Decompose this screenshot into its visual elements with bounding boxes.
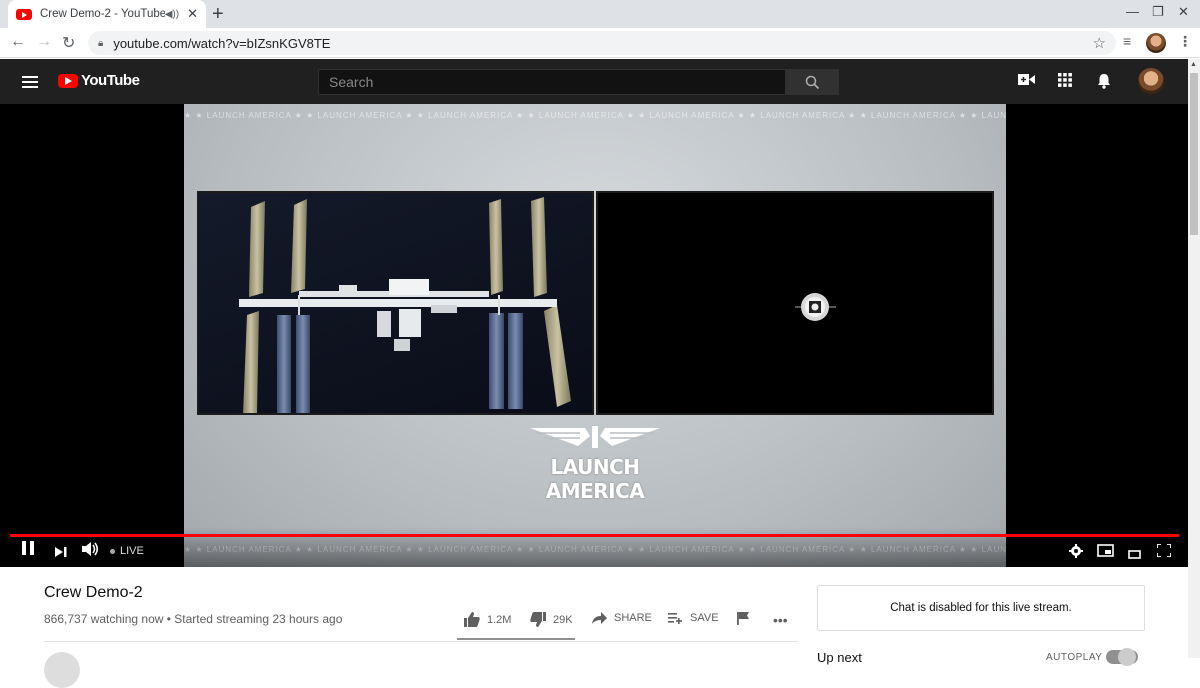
new-tab-button[interactable]: +	[212, 3, 224, 26]
share-arrow-icon	[592, 612, 607, 624]
launch-america-wings-icon	[530, 426, 660, 448]
address-bar[interactable]: 🔒︎ youtube.com/watch?v=bIZsnKGV8TE ☆	[88, 31, 1116, 55]
controls-gradient	[0, 527, 1188, 567]
fullscreen-icon[interactable]	[1156, 543, 1172, 560]
report-button[interactable]	[737, 612, 749, 625]
share-label: SHARE	[614, 612, 652, 624]
youtube-header: YouTube Search	[0, 59, 1188, 104]
minimize-icon[interactable]: —	[1126, 4, 1139, 19]
youtube-play-logo-icon	[58, 73, 78, 88]
pause-icon[interactable]	[22, 541, 34, 558]
dislike-button[interactable]: 29K	[530, 612, 573, 627]
media-control-icon[interactable]: ≡	[1123, 33, 1131, 49]
browser-toolbar: ← → ↻ 🔒︎ youtube.com/watch?v=bIZsnKGV8TE…	[0, 28, 1200, 58]
lock-icon[interactable]: 🔒︎	[98, 38, 103, 49]
progress-bar[interactable]	[10, 534, 1179, 537]
create-video-icon[interactable]	[1018, 73, 1035, 90]
add-to-playlist-icon	[668, 613, 682, 624]
video-frame: ★ ★ LAUNCH AMERICA ★ ★ LAUNCH AMERICA ★ …	[184, 104, 1006, 567]
thumbs-down-icon	[530, 612, 546, 627]
apps-grid-icon[interactable]	[1058, 73, 1072, 91]
share-button[interactable]: SHARE	[592, 612, 652, 624]
url-text: youtube.com/watch?v=bIZsnKGV8TE	[113, 35, 331, 51]
miniplayer-icon[interactable]	[1097, 544, 1114, 560]
settings-gear-icon[interactable]	[1069, 544, 1083, 561]
dislike-count: 29K	[553, 613, 573, 626]
bookmark-star-icon[interactable]: ☆	[1093, 34, 1106, 52]
menu-kebab-icon[interactable]: ⋮	[1178, 33, 1192, 50]
video-player[interactable]: ★ ★ LAUNCH AMERICA ★ ★ LAUNCH AMERICA ★ …	[0, 104, 1188, 567]
scroll-up-arrow-icon[interactable]: ▲	[1190, 61, 1197, 68]
forward-icon[interactable]: →	[36, 33, 52, 51]
scrollbar-thumb[interactable]	[1190, 73, 1198, 235]
tab-title: Crew Demo-2 - YouTube	[40, 8, 165, 20]
volume-icon[interactable]	[82, 542, 99, 559]
video-view-meta: 866,737 watching now • Started streaming…	[44, 612, 343, 626]
search-input[interactable]: Search	[318, 69, 786, 95]
more-actions-icon[interactable]: •••	[773, 612, 788, 628]
profile-avatar[interactable]	[1146, 33, 1166, 53]
user-avatar[interactable]	[1138, 68, 1164, 94]
launch-america-banner-top: ★ ★ LAUNCH AMERICA ★ ★ LAUNCH AMERICA ★ …	[184, 111, 1006, 120]
browser-tabstrip: Crew Demo-2 - YouTube ◀)) ✕ + — ❐ ✕	[0, 0, 1200, 28]
live-label: LIVE	[120, 545, 144, 557]
menu-hamburger-icon[interactable]	[22, 76, 38, 88]
video-title: Crew Demo-2	[44, 584, 143, 601]
youtube-wordmark: YouTube	[81, 72, 140, 89]
iss-video-pane	[197, 191, 594, 415]
iss-station-image	[239, 197, 571, 413]
like-button[interactable]: 1.2M	[464, 612, 511, 627]
theater-mode-icon[interactable]	[1128, 546, 1141, 562]
dragon-capsule-image	[795, 293, 836, 321]
next-icon[interactable]	[55, 544, 67, 560]
youtube-logo[interactable]: YouTube	[58, 72, 140, 89]
live-dot-icon	[110, 548, 115, 554]
save-button[interactable]: SAVE	[668, 612, 719, 624]
page-scrollbar[interactable]: ▲	[1188, 59, 1200, 658]
like-dislike-sentiment-bar	[457, 638, 575, 640]
youtube-favicon-icon	[16, 8, 32, 20]
dragon-capsule-pane	[596, 191, 994, 415]
close-window-icon[interactable]: ✕	[1178, 4, 1189, 20]
like-count: 1.2M	[487, 613, 512, 626]
section-divider	[44, 641, 798, 642]
tab-close-icon[interactable]: ✕	[187, 6, 198, 22]
chat-disabled-panel: Chat is disabled for this live stream.	[817, 585, 1145, 631]
browser-tab[interactable]: Crew Demo-2 - YouTube ◀)) ✕	[8, 0, 206, 28]
thumbs-up-icon	[464, 612, 480, 627]
channel-avatar[interactable]	[44, 652, 80, 688]
search-button[interactable]	[786, 69, 839, 95]
flag-icon	[737, 612, 749, 625]
reload-icon[interactable]: ↻	[62, 33, 75, 53]
notifications-bell-icon[interactable]	[1097, 73, 1111, 93]
launch-america-text: LAUNCH AMERICA	[545, 455, 645, 503]
restore-icon[interactable]: ❐	[1152, 4, 1164, 20]
live-indicator[interactable]: LIVE	[110, 545, 144, 557]
tab-audio-icon[interactable]: ◀))	[165, 9, 179, 20]
save-label: SAVE	[690, 612, 719, 624]
search-icon	[805, 75, 820, 89]
autoplay-toggle[interactable]	[1106, 648, 1138, 666]
chat-disabled-message: Chat is disabled for this live stream.	[890, 602, 1072, 614]
back-icon[interactable]: ←	[10, 33, 26, 51]
launch-america-logo: LAUNCH AMERICA	[509, 426, 681, 503]
